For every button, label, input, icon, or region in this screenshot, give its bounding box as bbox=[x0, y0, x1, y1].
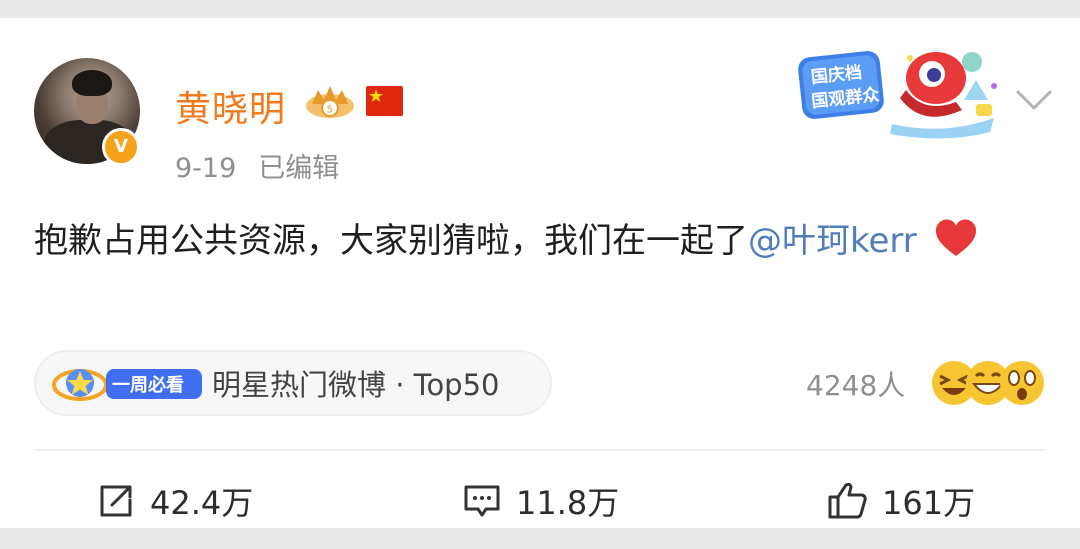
weibo-post-card: V 黄晓明 5 9-19 已编辑 国庆档 国观群众 抱歉占用公共资源，大家别猜啦… bbox=[0, 18, 1080, 528]
surprised-emoji-icon bbox=[1000, 361, 1044, 405]
heart-icon bbox=[935, 219, 976, 256]
weekly-must-see-badge: 一周必看 bbox=[50, 359, 206, 407]
like-count: 161万 bbox=[882, 484, 976, 522]
username[interactable]: 黄晓明 bbox=[175, 80, 286, 132]
divider bbox=[34, 449, 1046, 451]
bottom-background bbox=[0, 528, 1080, 549]
comment-count: 11.8万 bbox=[516, 484, 620, 522]
china-flag-icon bbox=[366, 86, 403, 116]
reaction-count: 4248人 bbox=[806, 369, 906, 402]
post-content: 抱歉占用公共资源，大家别猜啦，我们在一起了@叶珂kerr bbox=[34, 212, 1044, 270]
hot-tag-text: 明星热门微博 · Top50 bbox=[212, 368, 500, 402]
repost-button[interactable]: 42.4万 bbox=[96, 478, 253, 524]
badge-label: 一周必看 bbox=[112, 374, 184, 396]
reaction-emojis[interactable] bbox=[928, 356, 1048, 410]
mention-link[interactable]: @叶珂kerr bbox=[748, 221, 917, 261]
post-date: 9-19 bbox=[175, 153, 237, 184]
like-button[interactable]: 161万 bbox=[826, 478, 975, 524]
comment-icon bbox=[464, 485, 500, 517]
like-icon bbox=[828, 482, 867, 519]
crown-vip-icon: 5 bbox=[306, 86, 354, 118]
verified-v-icon: V bbox=[102, 128, 140, 166]
national-day-promo-badge[interactable]: 国庆档 国观群众 bbox=[794, 40, 1008, 140]
chevron-down-icon[interactable] bbox=[1012, 82, 1056, 118]
hot-weibo-tag[interactable]: 一周必看 明星热门微博 · Top50 bbox=[34, 350, 552, 416]
comment-button[interactable]: 11.8万 bbox=[462, 478, 619, 524]
repost-count: 42.4万 bbox=[150, 484, 254, 522]
post-text: 抱歉占用公共资源，大家别猜啦，我们在一起了 bbox=[34, 221, 748, 261]
repost-icon bbox=[100, 485, 132, 517]
post-meta: 9-19 已编辑 bbox=[175, 146, 339, 185]
svg-text:5: 5 bbox=[327, 105, 333, 116]
edited-label: 已编辑 bbox=[258, 153, 340, 184]
